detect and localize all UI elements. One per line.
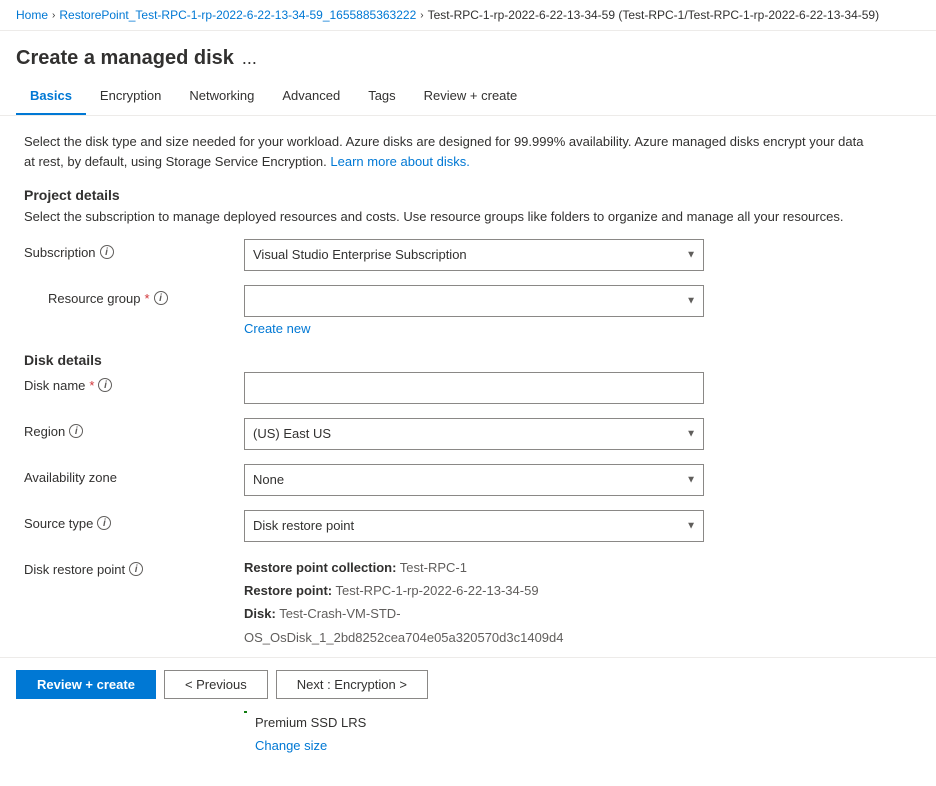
disk-name-label: Disk name * i — [24, 372, 244, 393]
availability-zone-label: Availability zone — [24, 464, 244, 485]
subscription-info-icon[interactable]: i — [100, 245, 114, 259]
tab-advanced[interactable]: Advanced — [268, 78, 354, 115]
previous-button[interactable]: < Previous — [164, 670, 268, 699]
breadcrumb-current: Test-RPC-1-rp-2022-6-22-13-34-59 (Test-R… — [428, 8, 880, 22]
subscription-select-wrapper: Visual Studio Enterprise Subscription ▼ — [244, 239, 704, 271]
region-label: Region i — [24, 418, 244, 439]
resource-group-select[interactable] — [244, 285, 704, 317]
resource-group-row: Resource group * i ▼ Create new — [24, 285, 876, 336]
breadcrumb: Home › RestorePoint_Test-RPC-1-rp-2022-6… — [0, 0, 936, 31]
source-type-select[interactable]: Disk restore point — [244, 510, 704, 542]
disk-restore-point-info-icon[interactable]: i — [129, 562, 143, 576]
disk-details-title: Disk details — [24, 352, 876, 368]
source-type-info-icon[interactable]: i — [97, 516, 111, 530]
region-row: Region i (US) East US ▼ — [24, 418, 876, 450]
create-new-link[interactable]: Create new — [244, 321, 310, 336]
tab-networking[interactable]: Networking — [175, 78, 268, 115]
disk-name-info-icon[interactable]: i — [98, 378, 112, 392]
subscription-control: Visual Studio Enterprise Subscription ▼ — [244, 239, 704, 271]
page-header: Create a managed disk ... — [0, 31, 936, 70]
subscription-label: Subscription i — [24, 239, 244, 260]
subscription-row: Subscription i Visual Studio Enterprise … — [24, 239, 876, 271]
availability-zone-control: None ▼ — [244, 464, 704, 496]
availability-zone-select-wrapper: None ▼ — [244, 464, 704, 496]
review-create-button[interactable]: Review + create — [16, 670, 156, 699]
source-type-select-wrapper: Disk restore point ▼ — [244, 510, 704, 542]
more-options-icon[interactable]: ... — [242, 48, 257, 69]
tab-tags[interactable]: Tags — [354, 78, 409, 115]
next-button[interactable]: Next : Encryption > — [276, 670, 428, 699]
restore-point-row: Restore point: Test-RPC-1-rp-2022-6-22-1… — [244, 579, 704, 602]
disk-name-control — [244, 372, 704, 404]
size-subtext: Premium SSD LRS — [244, 713, 704, 734]
region-select-wrapper: (US) East US ▼ — [244, 418, 704, 450]
disk-row: Disk: Test-Crash-VM-STD-OS_OsDisk_1_2bd8… — [244, 602, 704, 649]
change-size-link[interactable]: Change size — [244, 736, 704, 757]
availability-zone-select[interactable]: None — [244, 464, 704, 496]
region-info-icon[interactable]: i — [69, 424, 83, 438]
footer: Review + create < Previous Next : Encryp… — [0, 657, 936, 711]
source-type-label: Source type i — [24, 510, 244, 531]
resource-group-control: ▼ Create new — [244, 285, 704, 336]
project-details-title: Project details — [24, 187, 876, 203]
restore-point-collection-row: Restore point collection: Test-RPC-1 — [244, 556, 704, 579]
region-control: (US) East US ▼ — [244, 418, 704, 450]
disk-name-input[interactable] — [244, 372, 704, 404]
learn-more-link[interactable]: Learn more about disks. — [330, 154, 469, 169]
availability-zone-row: Availability zone None ▼ — [24, 464, 876, 496]
resource-group-info-icon[interactable]: i — [154, 291, 168, 305]
breadcrumb-restore-point[interactable]: RestorePoint_Test-RPC-1-rp-2022-6-22-13-… — [59, 8, 416, 22]
breadcrumb-home[interactable]: Home — [16, 8, 48, 22]
source-type-control: Disk restore point ▼ — [244, 510, 704, 542]
tab-bar: Basics Encryption Networking Advanced Ta… — [0, 78, 936, 116]
tab-review-create[interactable]: Review + create — [410, 78, 532, 115]
disk-restore-point-label: Disk restore point i — [24, 556, 244, 577]
region-select[interactable]: (US) East US — [244, 418, 704, 450]
tab-encryption[interactable]: Encryption — [86, 78, 175, 115]
resource-group-select-wrapper: ▼ — [244, 285, 704, 317]
source-type-row: Source type i Disk restore point ▼ — [24, 510, 876, 542]
disk-name-row: Disk name * i — [24, 372, 876, 404]
project-details-description: Select the subscription to manage deploy… — [24, 207, 876, 227]
resource-group-label: Resource group * i — [24, 285, 244, 306]
tab-basics[interactable]: Basics — [16, 78, 86, 115]
page-title: Create a managed disk — [16, 47, 234, 70]
intro-description: Select the disk type and size needed for… — [24, 132, 876, 171]
subscription-select[interactable]: Visual Studio Enterprise Subscription — [244, 239, 704, 271]
